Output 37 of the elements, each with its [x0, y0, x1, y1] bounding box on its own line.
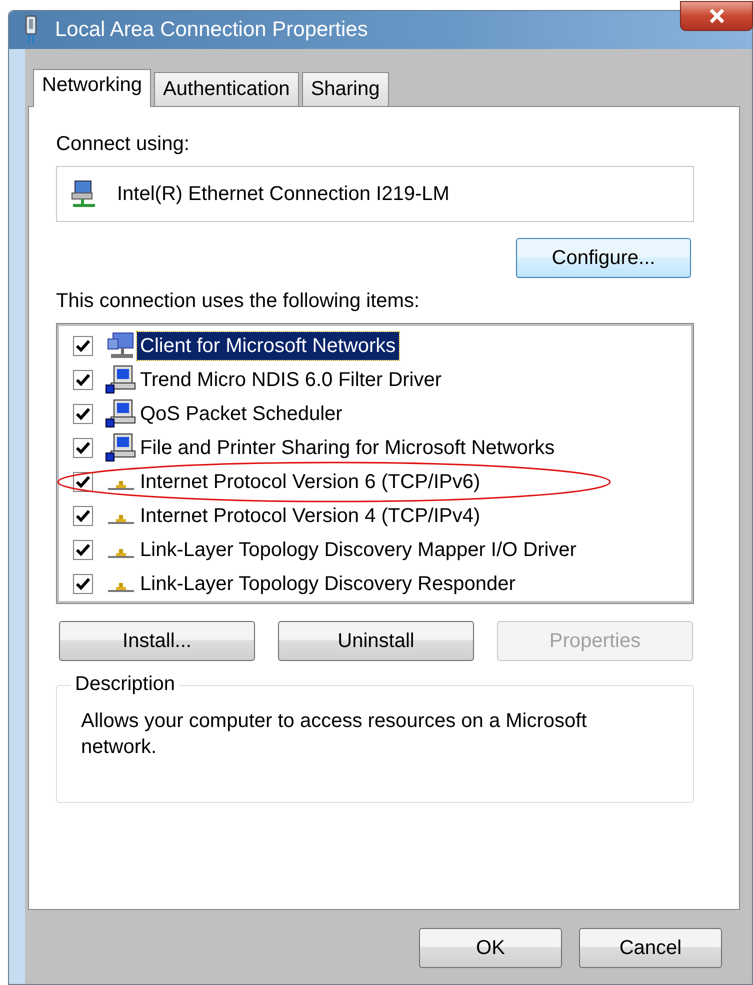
checkbox[interactable] — [73, 370, 93, 390]
tab[interactable]: Authentication — [154, 72, 299, 106]
list-item[interactable]: File and Printer Sharing for Microsoft Networks — [137, 434, 558, 462]
close-button[interactable] — [680, 1, 753, 31]
computer-icon — [105, 365, 137, 395]
network-link-icon — [108, 582, 134, 592]
list-item[interactable]: Client for Microsoft Networks — [137, 332, 399, 360]
checkbox[interactable] — [73, 336, 93, 356]
network-link-icon — [108, 548, 134, 558]
dialog-button[interactable]: Cancel — [579, 928, 722, 968]
network-cable-icon — [23, 15, 39, 45]
checkbox[interactable] — [73, 404, 93, 424]
tab[interactable]: Sharing — [302, 72, 389, 106]
checkbox[interactable] — [73, 438, 93, 458]
items-label: This connection uses the following items: — [56, 290, 420, 313]
configure-button[interactable]: Configure... — [516, 238, 691, 278]
group-title: Description — [71, 673, 180, 696]
description-text: Allows your computer to access resources on a Microsoft network. — [81, 709, 588, 760]
list-item[interactable]: Trend Micro NDIS 6.0 Filter Driver — [137, 366, 445, 394]
list-item[interactable]: Link-Layer Topology Discovery Responder — [137, 570, 518, 598]
adapter-field: Intel(R) Ethernet Connection I219-LM — [56, 166, 694, 222]
computer-icon — [105, 399, 137, 429]
checkbox[interactable] — [73, 540, 93, 560]
dialog-button[interactable]: OK — [419, 928, 562, 968]
window-title: Local Area Connection Properties — [55, 18, 368, 42]
list-item[interactable]: Internet Protocol Version 4 (TCP/IPv4) — [137, 502, 484, 530]
item-button[interactable]: Install... — [59, 621, 255, 661]
item-button[interactable]: Uninstall — [278, 621, 474, 661]
checkbox[interactable] — [73, 506, 93, 526]
tab[interactable]: Networking — [33, 69, 152, 107]
network-link-icon — [108, 514, 134, 524]
network-link-icon — [108, 480, 134, 490]
list-item[interactable]: QoS Packet Scheduler — [137, 400, 346, 428]
list-item[interactable]: Link-Layer Topology Discovery Mapper I/O Driver — [137, 536, 580, 564]
computer-icon — [105, 433, 137, 463]
checkbox[interactable] — [73, 574, 93, 594]
connect-using-label: Connect using: — [56, 133, 190, 156]
